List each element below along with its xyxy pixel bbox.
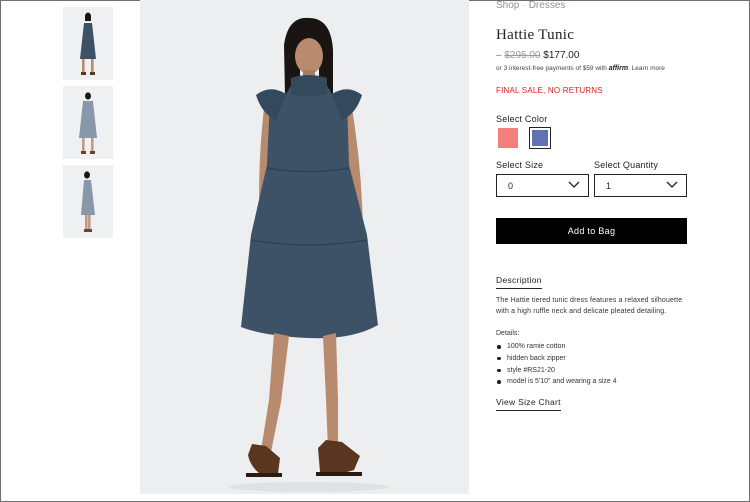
details-list: 100% ramie cotton hidden back zipper sty…	[496, 341, 617, 388]
list-item: hidden back zipper	[496, 353, 617, 365]
breadcrumb-shop[interactable]: Shop	[496, 0, 519, 11]
tab-description[interactable]: Description	[496, 275, 542, 289]
price-row: – $295.00 $177.00	[496, 50, 579, 61]
installment-text: or 3 interest-free payments of $59 with	[496, 65, 607, 72]
price-dash: –	[496, 50, 502, 61]
chevron-down-icon	[666, 180, 678, 192]
select-size-label: Select Size	[496, 160, 544, 170]
installment-info: or 3 interest-free payments of $59 with …	[496, 65, 665, 72]
color-swatch-coral[interactable]	[498, 128, 518, 148]
breadcrumb-dresses[interactable]: Dresses	[529, 0, 566, 11]
color-swatch-blue[interactable]	[529, 127, 551, 149]
list-item: 100% ramie cotton	[496, 341, 617, 353]
description-text: The Hattie tiered tunic dress features a…	[496, 297, 683, 316]
details-label: Details:	[496, 330, 520, 337]
breadcrumb-separator: ·	[522, 0, 526, 11]
affirm-logo: affirm	[608, 65, 629, 72]
view-size-chart-link[interactable]: View Size Chart	[496, 397, 561, 411]
list-item: style #RS21-20	[496, 365, 617, 377]
list-item: model is 5'10" and wearing a size 4	[496, 376, 617, 388]
chevron-down-icon	[568, 180, 580, 192]
product-main-image	[140, 0, 469, 494]
final-sale-notice: FINAL SALE, NO RETURNS	[496, 86, 603, 95]
product-title: Hattie Tunic	[496, 27, 575, 43]
thumbnail-side[interactable]	[63, 165, 113, 238]
thumbnail-back[interactable]	[63, 86, 113, 159]
sale-price: $177.00	[543, 50, 580, 61]
size-select[interactable]: 0	[496, 174, 589, 197]
original-price: $295.00	[504, 50, 541, 61]
learn-more-link[interactable]: Learn more	[632, 65, 665, 72]
select-quantity-label: Select Quantity	[594, 160, 659, 170]
select-color-label: Select Color	[496, 114, 548, 124]
breadcrumb: Shop · Dresses	[496, 0, 565, 11]
size-value: 0	[508, 181, 514, 191]
add-to-bag-button[interactable]: Add to Bag	[496, 218, 687, 244]
quantity-value: 1	[606, 181, 612, 191]
thumbnail-front[interactable]	[63, 7, 113, 80]
thumbnail-gallery	[63, 7, 113, 244]
quantity-select[interactable]: 1	[594, 174, 687, 197]
